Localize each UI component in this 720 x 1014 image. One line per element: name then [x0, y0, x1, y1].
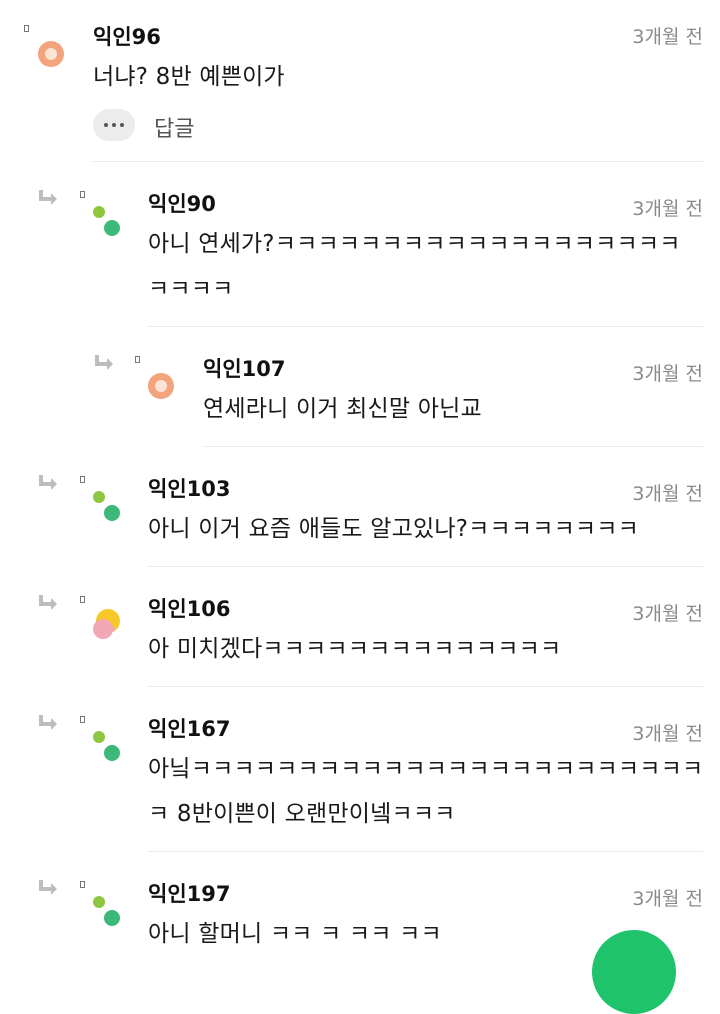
reply-button[interactable]: 답글	[154, 111, 194, 143]
comment-time: 3개월 전	[632, 363, 703, 385]
comment-text: 아니 연세가?ㅋㅋㅋㅋㅋㅋㅋㅋㅋㅋㅋㅋㅋㅋㅋㅋㅋㅋㅋ	[148, 231, 681, 257]
avatar	[37, 40, 65, 68]
more-options-button[interactable]	[93, 109, 135, 141]
divider	[148, 566, 703, 567]
divider	[203, 446, 703, 447]
comment-text: ㅋㅋㅋㅋ	[148, 276, 234, 302]
comment-marker-icon	[24, 25, 29, 32]
comment-text: 아닠ㅋㅋㅋㅋㅋㅋㅋㅋㅋㅋㅋㅋㅋㅋㅋㅋㅋㅋㅋㅋㅋㅋㅋㅋ	[148, 756, 704, 782]
avatar	[88, 606, 124, 642]
comment-marker-icon	[80, 881, 85, 888]
comment-marker-icon	[80, 596, 85, 603]
comment-text: 너냐? 8반 예쁜이가	[93, 64, 285, 90]
comment-text: 연세라니 이거 최신말 아닌교	[203, 396, 482, 422]
comment-text: 아니 할머니 ㅋㅋ ㅋ ㅋㅋ ㅋㅋ	[148, 921, 442, 947]
avatar	[90, 893, 124, 929]
comment-text: 아 미치겠다ㅋㅋㅋㅋㅋㅋㅋㅋㅋㅋㅋㅋㅋㅋ	[148, 636, 562, 662]
divider	[148, 326, 703, 327]
reply-arrow-icon	[39, 880, 57, 895]
avatar	[90, 203, 124, 239]
divider	[148, 686, 703, 687]
comment-marker-icon	[80, 716, 85, 723]
comment-author: 익인107	[203, 357, 286, 381]
comment-time: 3개월 전	[632, 723, 703, 745]
comment-author: 익인167	[148, 717, 231, 741]
comment-time: 3개월 전	[632, 603, 703, 625]
comment-time: 3개월 전	[632, 888, 703, 910]
comment-text: ㅋ 8반이쁜이 오랜만이넼ㅋㅋㅋ	[148, 801, 456, 827]
comment-time: 3개월 전	[632, 26, 703, 48]
reply-arrow-icon	[39, 595, 57, 610]
more-dots-icon	[104, 123, 108, 127]
comment-time: 3개월 전	[632, 483, 703, 505]
avatar	[147, 372, 175, 400]
divider	[93, 161, 703, 162]
comment-author: 익인96	[93, 25, 161, 49]
comment-marker-icon	[80, 191, 85, 198]
comment-author: 익인90	[148, 192, 216, 216]
divider	[148, 851, 703, 852]
avatar	[90, 488, 124, 524]
floating-action-button[interactable]	[592, 930, 676, 1014]
comment-author: 익인106	[148, 597, 231, 621]
reply-arrow-icon	[39, 475, 57, 490]
comment-author: 익인103	[148, 477, 231, 501]
comment-text: 아니 이거 요즘 애들도 알고있나?ㅋㅋㅋㅋㅋㅋㅋㅋ	[148, 516, 640, 542]
reply-arrow-icon	[39, 715, 57, 730]
comment-marker-icon	[135, 356, 140, 363]
avatar	[90, 728, 124, 764]
comment-time: 3개월 전	[632, 198, 703, 220]
comment-marker-icon	[80, 476, 85, 483]
comment-author: 익인197	[148, 882, 231, 906]
reply-arrow-icon	[39, 190, 57, 205]
reply-arrow-icon	[95, 355, 113, 370]
